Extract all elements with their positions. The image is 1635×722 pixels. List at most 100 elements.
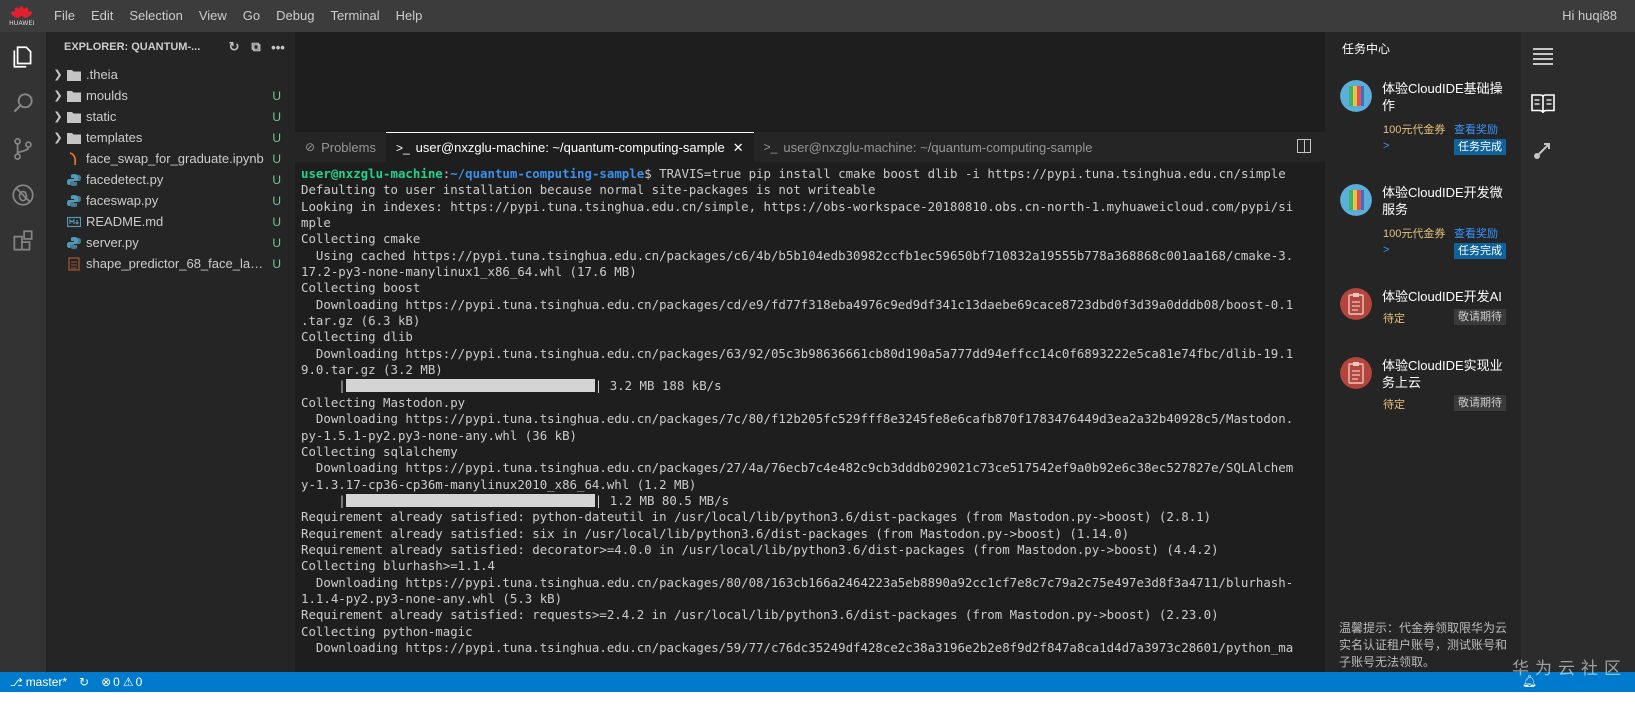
menu-go[interactable]: Go	[235, 0, 268, 32]
file-name: templates	[86, 130, 143, 145]
file-item[interactable]: facedetect.py U	[46, 169, 295, 190]
terminal-output-line: Using cached https://pypi.tuna.tsinghua.…	[301, 247, 1294, 263]
task-complete-badge[interactable]: 任务完成	[1454, 139, 1506, 155]
file-item[interactable]: faceswap.py U	[46, 190, 295, 211]
terminal-command-line: user@nxzglu-machine:~/quantum-computing-…	[301, 166, 1286, 181]
search-icon[interactable]	[0, 80, 46, 126]
file-name: moulds	[86, 88, 128, 103]
menu-terminal[interactable]: Terminal	[322, 0, 387, 32]
branch-icon: ⎇	[10, 676, 23, 689]
explorer-header: EXPLORER: QUANTUM-... ↻ ⧉ •••	[46, 32, 295, 62]
chevron-right-icon: ❯	[53, 111, 63, 123]
terminal-output-line: mple	[301, 215, 331, 231]
terminal-output-line: Downloading https://pypi.tuna.tsinghua.e…	[301, 296, 1294, 312]
files-icon[interactable]	[0, 34, 46, 80]
task-name: 体验CloudIDE基础操作	[1382, 81, 1503, 113]
terminal-progress-line: | | 3.2 MB 188 kB/s	[301, 378, 722, 394]
download-progress-bar	[345, 493, 595, 507]
menu-debug[interactable]: Debug	[268, 0, 322, 32]
file-name: static	[86, 109, 117, 124]
file-name: README.md	[86, 214, 164, 229]
menu-edit[interactable]: Edit	[83, 0, 121, 32]
terminal-output-line: Requirement already satisfied: requests>…	[301, 607, 1219, 623]
deploy-icon[interactable]	[1529, 136, 1557, 164]
list-icon[interactable]	[1529, 42, 1557, 70]
reward-arrow[interactable]: >	[1383, 140, 1389, 152]
view-reward-link[interactable]: 查看奖励	[1454, 225, 1498, 241]
file-item[interactable]: server.py U	[46, 232, 295, 253]
terminal-output-line: Downloading https://pypi.tuna.tsinghua.e…	[301, 639, 1294, 655]
progress-text: 3.2 MB 188 kB/s	[609, 378, 722, 394]
close-icon[interactable]: ✕	[733, 140, 744, 156]
task-complete-badge[interactable]: 任务完成	[1454, 243, 1506, 259]
file-item[interactable]: README.md U	[46, 211, 295, 232]
file-name: server.py	[86, 235, 139, 250]
terminal-output-line: Defaulting to user installation because …	[301, 182, 876, 198]
folder-icon	[66, 131, 82, 145]
warning-icon: ⚠	[122, 675, 134, 689]
source-control-icon[interactable]	[0, 126, 46, 172]
tab-terminal-1[interactable]: >_ user@nxzglu-machine: ~/quantum-comput…	[385, 132, 754, 162]
task-name: 体验CloudIDE开发微服务	[1382, 185, 1503, 217]
terminal-output-line: Requirement already satisfied: six in /u…	[301, 525, 1130, 541]
folder-item[interactable]: ❯ .theia	[46, 64, 295, 85]
coming-soon-badge: 敬请期待	[1454, 309, 1506, 325]
terminal-output-line: Downloading https://pypi.tuna.tsinghua.e…	[301, 411, 1294, 427]
error-icon: ⊗	[101, 675, 112, 689]
terminal-icon: >_	[395, 140, 410, 155]
terminal-output-line: .tar.gz (6.3 kB)	[301, 313, 421, 329]
folder-item[interactable]: ❯ moulds U	[46, 85, 295, 106]
coming-soon-badge: 敬请期待	[1454, 395, 1506, 411]
menu-selection[interactable]: Selection	[121, 0, 190, 32]
branch-indicator[interactable]: ⎇ master*	[10, 675, 67, 689]
menu-file[interactable]: File	[46, 0, 83, 32]
extensions-icon[interactable]	[0, 218, 46, 264]
folder-item[interactable]: ❯ templates U	[46, 127, 295, 148]
terminal-output-line: Collecting dlib	[301, 329, 413, 345]
problems-indicator[interactable]: ⊗ 0 ⚠ 0	[101, 675, 142, 689]
folder-icon	[66, 110, 82, 124]
terminal-output-line: Downloading https://pypi.tuna.tsinghua.e…	[301, 460, 1294, 476]
debug-icon[interactable]	[0, 172, 46, 218]
task-reward: 100元代金券	[1383, 228, 1446, 240]
file-item[interactable]: face_swap_for_graduate.ipynb U	[46, 148, 295, 169]
book-icon[interactable]	[1529, 89, 1557, 117]
menu-help[interactable]: Help	[388, 0, 431, 32]
terminal[interactable]: user@nxzglu-machine:~/quantum-computing-…	[295, 162, 1325, 672]
view-reward-link[interactable]: 查看奖励	[1454, 121, 1498, 137]
terminal-output-line: Downloading https://pypi.tuna.tsinghua.e…	[301, 345, 1294, 361]
task-book-icon	[1340, 184, 1372, 216]
sync-icon[interactable]: ↻	[79, 675, 89, 689]
git-status-badge: U	[272, 193, 281, 208]
git-status-badge: U	[272, 256, 281, 271]
terminal-output-line: 17.2-py3-none-manylinux1_x86_64.whl (17.…	[301, 264, 637, 280]
git-status-badge: U	[272, 109, 281, 124]
task-clipboard-icon	[1340, 357, 1372, 389]
tab-terminal-2[interactable]: >_ user@nxzglu-machine: ~/quantum-comput…	[754, 132, 1103, 162]
git-status-badge: U	[272, 130, 281, 145]
refresh-icon[interactable]: ↻	[223, 36, 245, 58]
terminal-output-line: Looking in indexes: https://pypi.tuna.ts…	[301, 198, 1294, 214]
terminal-output-line: Collecting boost	[301, 280, 421, 296]
problems-icon: ⊘	[305, 140, 316, 154]
tab-problems[interactable]: ⊘ Problems	[295, 132, 386, 162]
folder-item[interactable]: ❯ static U	[46, 106, 295, 127]
python-file-icon	[66, 173, 82, 187]
task-center-panel: 任务中心 体验CloudIDE基础操作 100元代金券 查看奖励 > 任务完成 体验Clo…	[1325, 32, 1521, 672]
user-menu[interactable]: Hi huqi88	[1562, 0, 1617, 32]
watermark: 华为云社区	[1512, 659, 1627, 678]
file-name: .theia	[86, 67, 118, 82]
split-terminal-icon[interactable]	[1297, 139, 1311, 153]
git-status-badge: U	[272, 172, 281, 187]
terminal-output-line: Collecting sqlalchemy	[301, 443, 458, 459]
git-status-badge: U	[272, 88, 281, 103]
collapse-all-icon[interactable]: ⧉	[245, 36, 267, 58]
more-actions-icon[interactable]: •••	[267, 36, 289, 58]
data-file-icon	[66, 256, 82, 271]
file-item[interactable]: shape_predictor_68_face_land... U	[46, 253, 295, 274]
menu-view[interactable]: View	[191, 0, 235, 32]
terminal-output-line: Collecting Mastodon.py	[301, 394, 466, 410]
terminal-output-line: y-1.3.17-cp36-cp36m-manylinux2010_x86_64…	[301, 476, 697, 492]
status-bar: ⎇ master* ↻ ⊗ 0 ⚠ 0 🔔︎	[0, 672, 1635, 692]
reward-arrow[interactable]: >	[1383, 244, 1389, 256]
